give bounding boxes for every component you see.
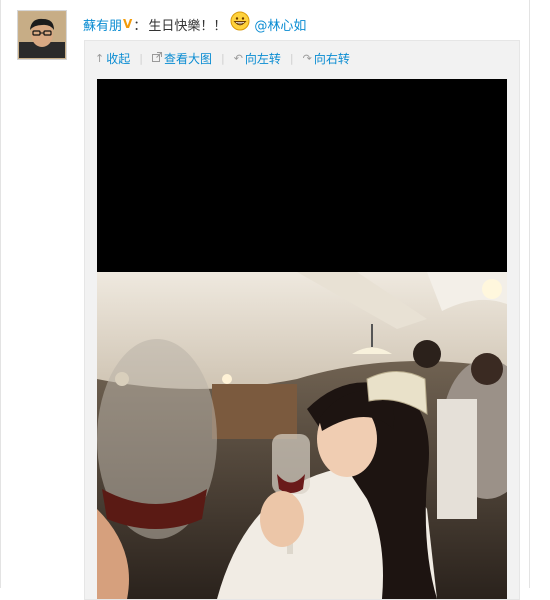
rotate-right-label: 向右转	[313, 51, 350, 66]
rotate-left-icon: ↶	[233, 51, 243, 65]
avatar[interactable]	[17, 10, 67, 60]
rotate-left-label: 向左转	[244, 51, 281, 66]
toolbar-separator: |	[289, 51, 294, 65]
collapse-label: 收起	[106, 51, 131, 66]
post-photo[interactable]	[97, 79, 507, 599]
mention-link[interactable]: @林心如	[254, 15, 306, 34]
post-text: 生日快樂！！	[148, 18, 227, 34]
enlarge-icon	[151, 51, 162, 65]
toolbar-separator: |	[139, 51, 143, 65]
collapse-button[interactable]: ↑ 收起	[95, 50, 130, 67]
rotate-right-button[interactable]: ↷ 向右转	[303, 50, 350, 67]
media-expanded-panel: ↑ 收起 | 查看大图 | ↶ 向左转 | ↷ 向右转	[84, 40, 520, 600]
rotate-right-icon: ↷	[302, 51, 312, 65]
rotate-left-button[interactable]: ↶ 向左转	[234, 50, 281, 67]
colon-separator: ：	[133, 18, 147, 34]
grinning-face-emoji-icon	[230, 11, 250, 31]
author-name-link[interactable]: 蘇有朋	[83, 15, 122, 34]
up-arrow-icon: ↑	[95, 51, 105, 65]
toolbar-separator: |	[220, 51, 225, 65]
view-large-label: 查看大图	[163, 51, 212, 66]
view-large-button[interactable]: 查看大图	[151, 50, 212, 67]
media-toolbar: ↑ 收起 | 查看大图 | ↶ 向左转 | ↷ 向右转	[95, 50, 350, 66]
post-header: 蘇有朋 V ： 生日快樂！！ @林心如	[83, 11, 306, 34]
verified-badge-icon[interactable]: V	[123, 17, 132, 31]
